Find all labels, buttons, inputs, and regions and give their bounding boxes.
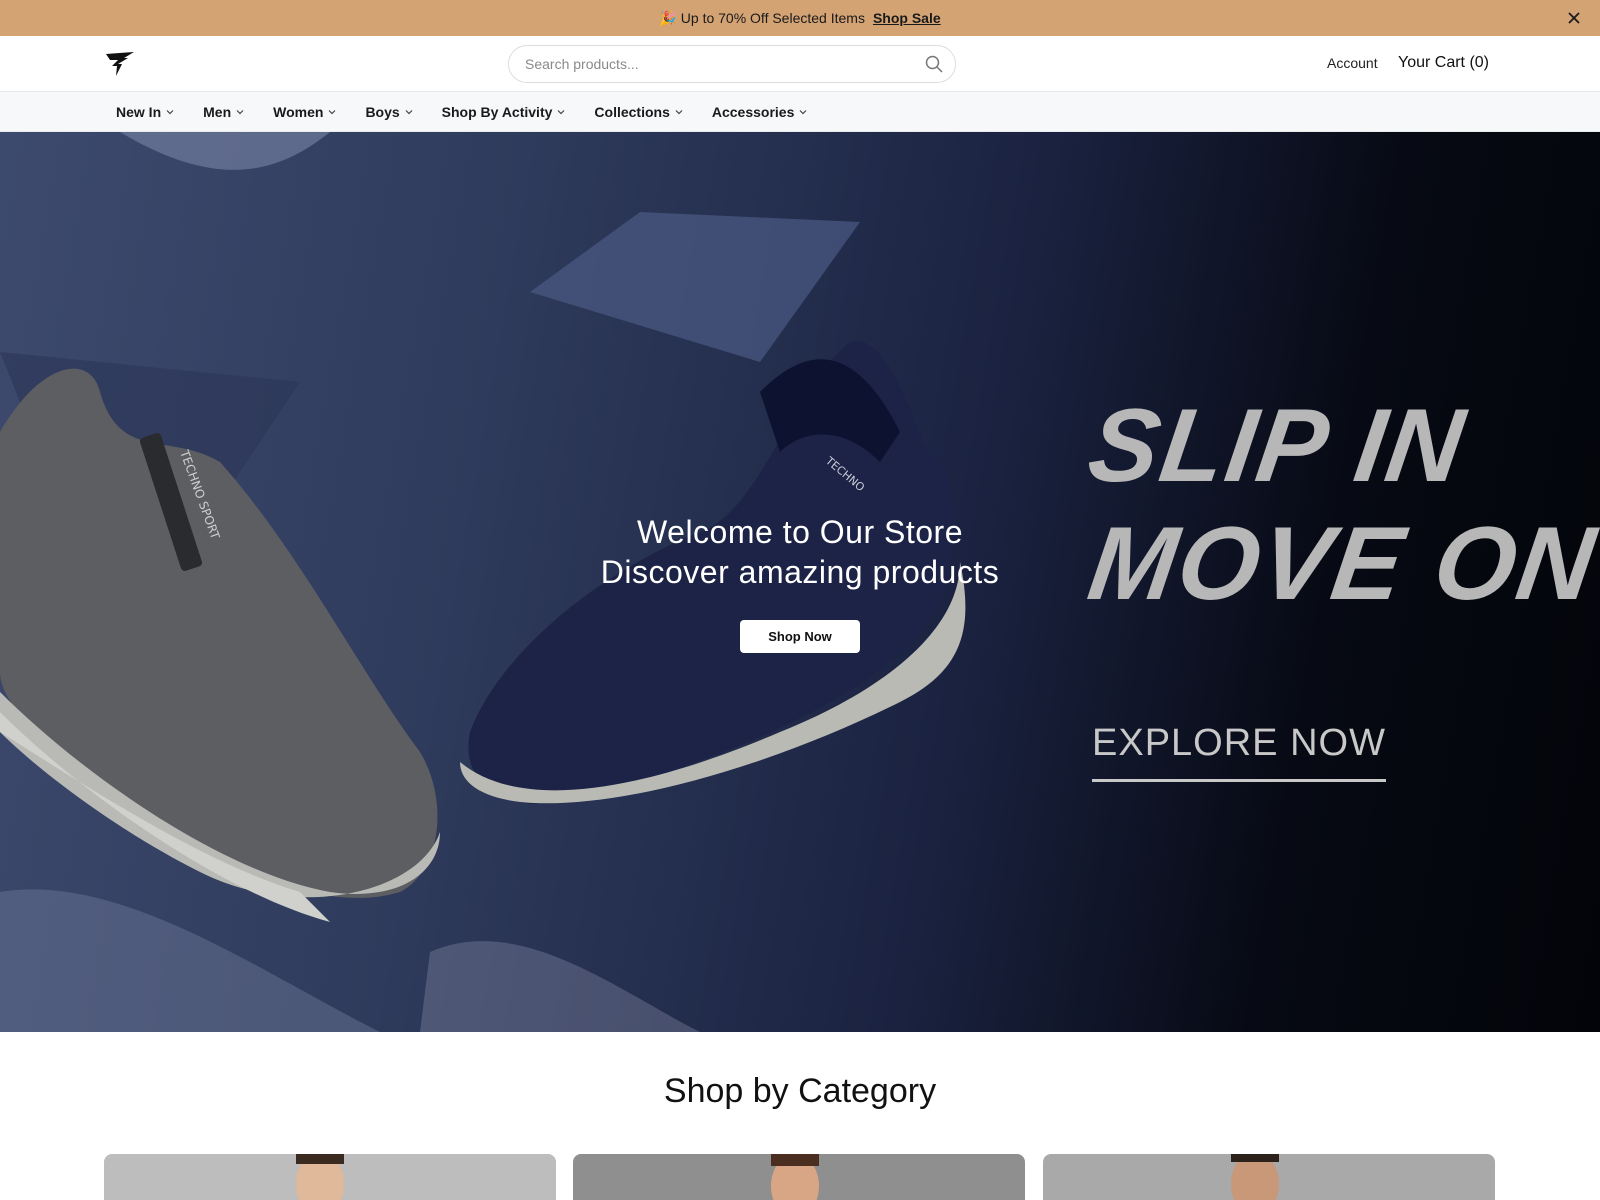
nav-item-shop-by-activity[interactable]: Shop By Activity — [442, 104, 567, 120]
hero-banner: TECHNO SPORT TECHNO Welcome to Our Store… — [0, 132, 1600, 1032]
nav-label: Shop By Activity — [441, 104, 553, 120]
logo-bird-icon[interactable] — [104, 48, 136, 78]
nav-label: Collections — [594, 104, 670, 120]
party-emoji: 🎉 — [659, 9, 677, 26]
nav-item-collections[interactable]: Collections — [594, 104, 683, 120]
chevron-down-icon — [405, 110, 413, 115]
close-icon[interactable] — [1564, 8, 1584, 28]
nav-label: Men — [203, 104, 232, 120]
chevron-down-icon — [557, 110, 565, 115]
nav-label: Women — [273, 104, 324, 120]
nav-label: New In — [116, 104, 162, 120]
nav-label: Accessories — [711, 104, 795, 120]
chevron-down-icon — [236, 110, 244, 115]
hero-subtitle: Discover amazing products — [600, 554, 1000, 590]
main-nav: New In Men Women Boys Shop By Activity C… — [0, 92, 1600, 132]
nav-item-new-in[interactable]: New In — [116, 104, 175, 120]
promo-headline-line2: MOVE ON — [1081, 506, 1600, 622]
promo-headline-line1: SLIP IN — [1081, 388, 1473, 504]
chevron-down-icon — [329, 110, 336, 115]
cart-link[interactable]: Your Cart (0) — [1398, 54, 1489, 72]
chevron-down-icon — [799, 110, 807, 115]
search-icon[interactable] — [925, 55, 943, 73]
hero-text-block: Welcome to Our Store Discover amazing pr… — [500, 512, 1100, 653]
search-bar[interactable] — [508, 45, 956, 83]
nav-item-women[interactable]: Women — [273, 104, 337, 120]
site-header: Account Your Cart (0) — [0, 36, 1600, 92]
chevron-down-icon — [166, 110, 174, 115]
chevron-down-icon — [675, 110, 683, 115]
shop-now-button[interactable]: Shop Now — [740, 620, 860, 653]
account-link[interactable]: Account — [1327, 55, 1378, 71]
hero-title: Welcome to Our Store — [637, 514, 963, 550]
model-image — [1231, 1154, 1279, 1200]
nav-item-men[interactable]: Men — [203, 104, 245, 120]
announcement-text: Up to 70% Off Selected Items — [680, 10, 865, 26]
search-input[interactable] — [525, 46, 905, 82]
category-card[interactable] — [573, 1154, 1025, 1200]
category-card[interactable] — [1043, 1154, 1495, 1200]
model-image — [771, 1154, 819, 1200]
section-title: Shop by Category — [663, 1072, 937, 1110]
shop-sale-link[interactable]: Shop Sale — [873, 10, 941, 26]
explore-now-link[interactable]: EXPLORE NOW — [1092, 722, 1386, 782]
category-card[interactable] — [104, 1154, 556, 1200]
announcement-bar: 🎉 Up to 70% Off Selected Items Shop Sale — [0, 0, 1600, 36]
model-image — [296, 1154, 344, 1200]
nav-item-accessories[interactable]: Accessories — [712, 104, 809, 120]
nav-label: Boys — [365, 104, 400, 120]
nav-item-boys[interactable]: Boys — [365, 104, 413, 120]
